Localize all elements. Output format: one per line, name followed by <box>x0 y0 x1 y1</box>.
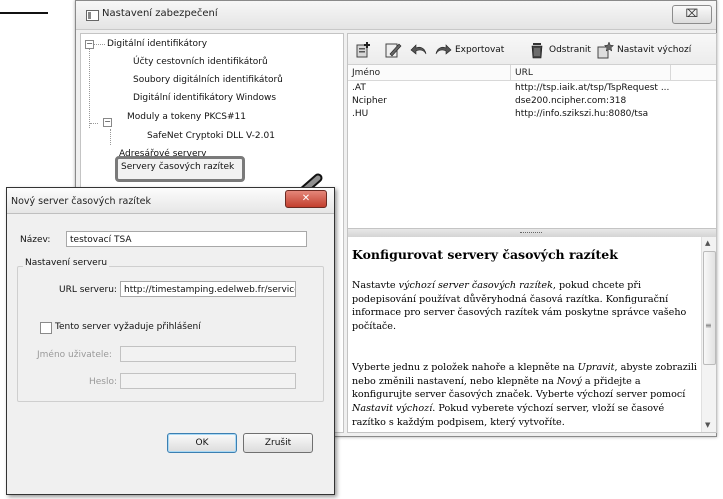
table-row[interactable]: Ncipher dse200.ncipher.com:318 <box>348 95 716 108</box>
help-panel: Konfigurovat servery časových razítek Na… <box>348 237 716 432</box>
splitter-grip <box>520 232 542 235</box>
column-separator[interactable] <box>670 65 671 80</box>
tree-item-pkcs11-modules[interactable]: Moduly a tokeny PKCS#11 <box>127 112 246 122</box>
main-title-bar: Nastavení zabezpečení ⌧ <box>76 1 716 30</box>
row-url: dse200.ncipher.com:318 <box>515 96 627 106</box>
undo-icon <box>410 44 427 55</box>
row-name: Ncipher <box>352 96 387 106</box>
row-url: http://info.szikszi.hu:8080/tsa <box>515 109 649 119</box>
scroll-down-arrow-icon[interactable]: ▼ <box>705 421 710 429</box>
tree-line <box>89 48 90 128</box>
undo-button[interactable] <box>410 40 428 60</box>
column-header-url[interactable]: URL <box>515 68 533 78</box>
server-name-input[interactable]: testovací TSA <box>66 231 307 247</box>
scroll-up-arrow-icon[interactable]: ▲ <box>705 239 710 247</box>
tree-item-roaming-accounts[interactable]: Účty cestovních identifikátorů <box>133 57 268 67</box>
set-default-button[interactable]: Nastavit výchozí <box>596 40 691 60</box>
export-icon <box>435 44 452 55</box>
server-settings-group-title: Nastavení serveru <box>23 258 110 268</box>
export-label: Exportovat <box>455 45 505 55</box>
dialog-title-bar: Nový server časových razítek ✕ <box>7 188 334 214</box>
column-separator[interactable] <box>510 65 511 80</box>
tree-item-digital-id-files[interactable]: Soubory digitálních identifikátorů <box>133 75 283 85</box>
help-title: Konfigurovat servery časových razítek <box>352 247 618 262</box>
tree-collapse-toggle[interactable]: − <box>103 118 112 127</box>
edit-icon <box>385 43 402 58</box>
server-detail-pane: Exportovat Odstranit Nastavit výchozí Jm… <box>347 33 717 433</box>
new-server-button[interactable] <box>354 40 372 60</box>
url-label: URL serveru: <box>59 285 117 295</box>
tree-line <box>110 129 111 145</box>
username-label: Jméno uživatele: <box>37 350 112 360</box>
tree-collapse-toggle[interactable]: − <box>85 40 94 49</box>
tree-item-digital-ids[interactable]: Digitální identifikátory <box>107 39 207 49</box>
decorative-corner-line <box>0 12 48 14</box>
set-default-icon <box>597 41 614 59</box>
server-url-input[interactable]: http://timestamping.edelweb.fr/service/ <box>120 281 296 297</box>
main-window-title: Nastavení zabezpečení <box>102 8 218 19</box>
row-name: .AT <box>352 83 366 93</box>
login-required-checkbox[interactable] <box>40 322 52 334</box>
table-row[interactable]: .HU http://info.szikszi.hu:8080/tsa <box>348 108 716 121</box>
delete-label: Odstranit <box>549 45 591 55</box>
delete-icon <box>531 43 543 59</box>
tree-item-safenet-cryptoki[interactable]: SafeNet Cryptoki DLL V-2.01 <box>147 131 275 141</box>
dialog-title: Nový server časových razítek <box>11 196 152 207</box>
help-paragraph-1: Nastavte výchozí server časových razítek… <box>352 280 687 333</box>
new-server-icon <box>356 42 370 58</box>
ok-button[interactable]: OK <box>167 433 237 453</box>
new-timestamp-server-dialog: Nový server časových razítek ✕ Název: te… <box>6 187 335 495</box>
tree-line <box>90 123 98 124</box>
help-scrollbar[interactable]: ▲ ≡ ▼ <box>701 237 716 432</box>
row-url: http://tsp.iaik.at/tsp/TspRequest ... <box>515 83 670 93</box>
list-header: Jméno URL <box>348 65 716 81</box>
password-label: Heslo: <box>89 377 118 387</box>
export-button[interactable]: Exportovat <box>434 40 504 60</box>
window-icon <box>86 10 99 21</box>
row-name: .HU <box>352 109 369 119</box>
set-default-label: Nastavit výchozí <box>617 45 692 55</box>
toolbar: Exportovat Odstranit Nastavit výchozí <box>348 34 716 65</box>
password-input[interactable] <box>120 373 296 389</box>
scroll-grip-icon: ≡ <box>705 321 712 330</box>
main-close-button[interactable]: ⌧ <box>672 5 712 24</box>
username-input[interactable] <box>120 346 296 362</box>
edit-button[interactable] <box>384 40 402 60</box>
login-required-label[interactable]: Tento server vyžaduje přihlášení <box>55 322 201 332</box>
tree-item-windows-digital-ids[interactable]: Digitální identifikátory Windows <box>133 93 276 103</box>
help-paragraph-2: Vyberte jednu z položek nahoře a klepnět… <box>352 362 697 428</box>
scrollbar-thumb[interactable] <box>703 251 716 365</box>
column-header-name[interactable]: Jméno <box>352 68 380 78</box>
cancel-button[interactable]: Zrušit <box>243 433 313 453</box>
name-label: Název: <box>20 235 51 245</box>
tree-line <box>93 44 105 45</box>
table-row[interactable]: .AT http://tsp.iaik.at/tsp/TspRequest ..… <box>348 82 716 95</box>
delete-button[interactable]: Odstranit <box>528 40 591 60</box>
tree-item-timestamp-servers[interactable]: Servery časových razítek <box>121 162 234 172</box>
dialog-close-button[interactable]: ✕ <box>285 190 327 208</box>
